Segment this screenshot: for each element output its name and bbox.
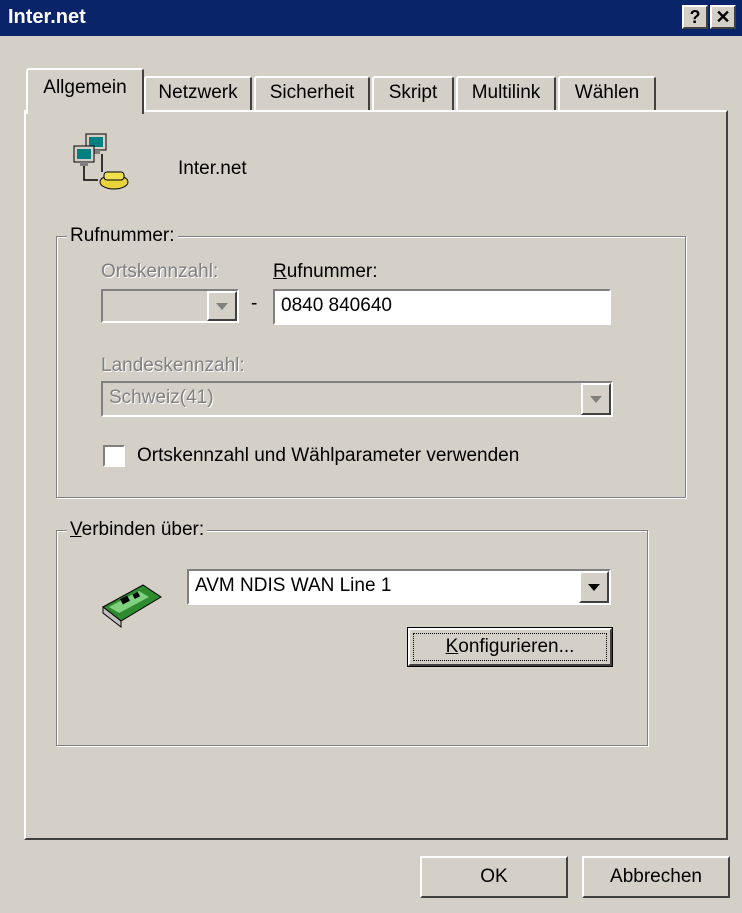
country-code-label: Landeskennzahl: xyxy=(101,355,245,376)
use-area-code-checkbox[interactable] xyxy=(103,445,125,467)
connect-group-label: Verbinden über: xyxy=(67,519,208,541)
connection-name: Inter.net xyxy=(178,158,247,179)
device-dropdown[interactable]: AVM NDIS WAN Line 1 xyxy=(187,569,611,605)
help-button[interactable]: ? xyxy=(682,5,708,29)
tab-allgemein[interactable]: Allgemein xyxy=(26,68,144,114)
chevron-down-icon xyxy=(590,396,602,403)
phone-number-group: Rufnummer: Ortskennzahl: - Rufnummer: 08… xyxy=(56,225,686,498)
tab-multilink[interactable]: Multilink xyxy=(456,76,556,112)
phone-number-label: Rufnummer: xyxy=(273,261,378,282)
close-button[interactable]: ✕ xyxy=(710,5,736,29)
use-area-code-label[interactable]: Ortskennzahl und Wählparameter verwenden xyxy=(137,445,519,467)
network-card-icon xyxy=(102,584,162,629)
tab-netzwerk[interactable]: Netzwerk xyxy=(144,76,252,112)
chevron-down-icon xyxy=(216,303,228,310)
area-code-label: Ortskennzahl: xyxy=(101,261,219,282)
country-dropdown-button[interactable] xyxy=(581,383,611,415)
phone-group-label: Rufnummer: xyxy=(67,225,178,247)
phone-number-input[interactable]: 0840 840640 xyxy=(273,289,611,325)
title-bar[interactable]: Inter.net ? ✕ xyxy=(0,0,742,36)
country-code-dropdown[interactable]: Schweiz(41) xyxy=(101,381,613,417)
cancel-button[interactable]: Abbrechen xyxy=(582,856,730,898)
tab-skript[interactable]: Skript xyxy=(372,76,454,112)
configure-button-label: Konfigurieren... xyxy=(413,633,607,661)
dialup-network-icon xyxy=(73,133,129,190)
device-value: AVM NDIS WAN Line 1 xyxy=(195,575,392,596)
device-dropdown-button[interactable] xyxy=(579,571,609,603)
tab-panel-allgemein: Inter.net Rufnummer: Ortskennzahl: - Ruf… xyxy=(24,110,728,840)
tab-sicherheit[interactable]: Sicherheit xyxy=(254,76,370,112)
chevron-down-icon xyxy=(588,584,600,591)
dialog-window: Inter.net ? ✕ Allgemein Netzwerk Sicherh… xyxy=(0,0,742,913)
separator-dash: - xyxy=(251,293,258,314)
configure-button[interactable]: Konfigurieren... xyxy=(407,627,613,667)
tab-waehlen[interactable]: Wählen xyxy=(558,76,656,112)
ok-button[interactable]: OK xyxy=(420,856,568,898)
area-code-dropdown-button[interactable] xyxy=(207,291,237,321)
area-code-dropdown[interactable] xyxy=(101,289,239,323)
window-title: Inter.net xyxy=(8,6,86,28)
connect-via-group: Verbinden über: AVM NDIS WAN Line 1 Konf… xyxy=(56,519,648,746)
country-code-value: Schweiz(41) xyxy=(109,387,214,408)
